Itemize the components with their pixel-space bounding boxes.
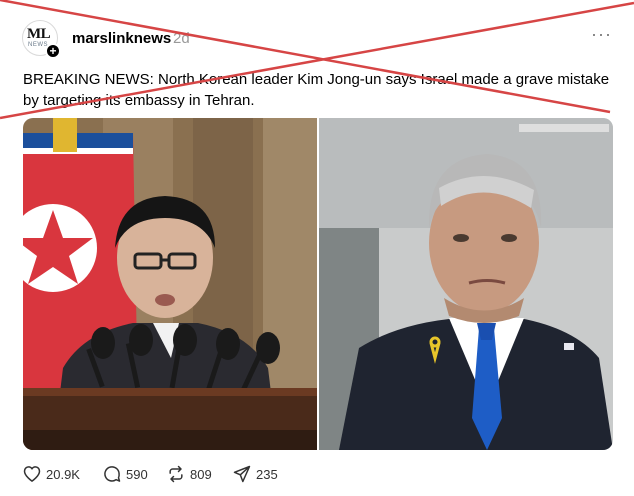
post-actions: 20.9K 590 809 235 xyxy=(22,463,422,485)
send-icon xyxy=(233,465,251,483)
plus-icon[interactable]: + xyxy=(45,43,61,59)
post-text: BREAKING NEWS: North Korean leader Kim J… xyxy=(23,71,610,109)
post-header: ML NEWS + marslinknews 2d ··· xyxy=(22,18,614,60)
comment-button[interactable]: 590 xyxy=(102,463,148,485)
post-media[interactable] xyxy=(23,118,613,450)
photo-left[interactable] xyxy=(23,118,317,450)
comment-bubble-icon xyxy=(104,466,121,482)
like-count: 20.9K xyxy=(46,466,80,482)
share-count: 235 xyxy=(256,466,278,482)
repost-icon xyxy=(169,465,183,483)
repost-count: 809 xyxy=(190,466,212,482)
heart-icon xyxy=(23,466,41,482)
photo-left-illustration xyxy=(23,118,317,450)
avatar[interactable]: ML NEWS + xyxy=(22,20,61,59)
username[interactable]: marslinknews xyxy=(72,30,171,47)
avatar-logo-text: ML xyxy=(27,26,51,42)
post-timestamp: 2d xyxy=(173,30,190,47)
more-options-icon[interactable]: ··· xyxy=(591,24,612,45)
photo-right[interactable] xyxy=(319,118,613,450)
comment-count: 590 xyxy=(126,466,148,482)
share-button[interactable]: 235 xyxy=(232,463,278,485)
repost-button[interactable]: 809 xyxy=(166,463,212,485)
like-button[interactable]: 20.9K xyxy=(22,463,80,485)
photo-right-illustration xyxy=(319,118,613,450)
